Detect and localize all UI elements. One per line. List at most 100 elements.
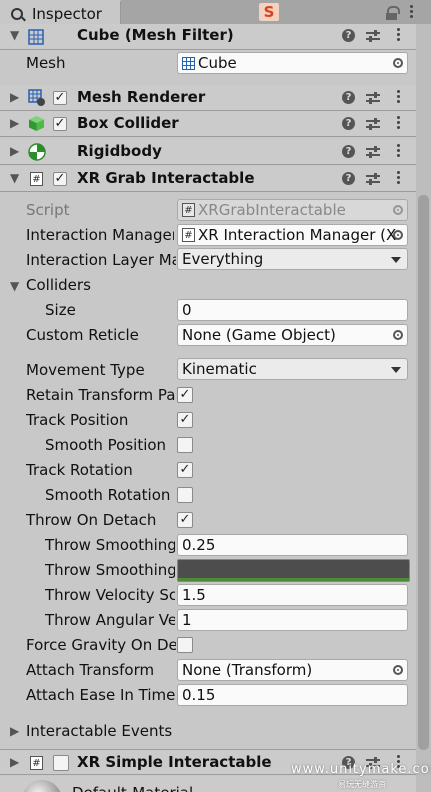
fold-arrow-icon[interactable]: ▶ <box>10 90 19 104</box>
fold-arrow-icon[interactable]: ▼ <box>10 171 19 185</box>
watermark-subtext: 易玩无缝游资 <box>338 780 386 789</box>
throw-on-detach-label: Throw On Detach <box>26 511 157 529</box>
smooth-rotation-label: Smooth Rotation <box>45 486 171 504</box>
object-picker-icon[interactable] <box>393 230 403 240</box>
box-collider-icon <box>29 116 44 131</box>
box-collider-header[interactable]: ▶ ✓ Box Collider ? <box>0 111 416 137</box>
track-position-label: Track Position <box>26 411 129 429</box>
colliders-fold-icon[interactable]: ▼ <box>10 279 19 293</box>
attach-transform-field[interactable]: None (Transform) <box>177 659 408 681</box>
throw-angular-label: Throw Angular Ve <box>45 611 175 629</box>
xr-grab-enabled-checkbox[interactable]: ✓ <box>53 172 67 186</box>
rigidbody-header[interactable]: ▶ Rigidbody ? <box>0 139 416 165</box>
mesh-renderer-icon <box>28 89 45 106</box>
help-icon[interactable]: ? <box>342 172 355 185</box>
tab-label: Inspector <box>32 5 102 23</box>
component-menu-icon[interactable] <box>397 171 401 186</box>
interactable-events-fold-icon[interactable]: ▶ <box>10 724 19 738</box>
fold-arrow-icon[interactable]: ▶ <box>10 144 19 158</box>
tab-menu-icon[interactable] <box>410 5 414 20</box>
component-menu-icon[interactable] <box>397 28 401 43</box>
lock-icon[interactable] <box>386 6 400 20</box>
interaction-layer-dropdown[interactable]: Everything <box>177 248 408 270</box>
xr-simple-title: XR Simple Interactable <box>77 753 272 771</box>
script-icon: # <box>182 228 195 242</box>
interaction-manager-field[interactable]: # XR Interaction Manager (X <box>177 224 408 246</box>
box-collider-enabled-checkbox[interactable]: ✓ <box>53 117 67 131</box>
fold-arrow-icon[interactable]: ▶ <box>10 116 19 130</box>
attach-transform-label: Attach Transform <box>26 661 155 679</box>
object-picker-icon <box>393 205 403 215</box>
object-picker-icon[interactable] <box>393 330 403 340</box>
mesh-field[interactable]: Cube <box>177 52 408 74</box>
mesh-filter-icon <box>28 29 44 45</box>
component-menu-icon[interactable] <box>397 144 401 159</box>
smooth-position-checkbox[interactable] <box>177 437 193 453</box>
throw-smoothing-curve-field[interactable] <box>177 559 410 582</box>
custom-reticle-field[interactable]: None (Game Object) <box>177 324 408 346</box>
tab-inspector[interactable]: Inspector <box>0 0 121 24</box>
mesh-filter-header[interactable]: ▼ Cube (Mesh Filter) ? <box>0 24 416 50</box>
material-title: Default-Material <box>72 784 193 792</box>
help-icon[interactable]: ? <box>342 29 355 42</box>
presets-icon[interactable] <box>366 30 380 42</box>
retain-transform-checkbox[interactable]: ✓ <box>177 387 193 403</box>
presets-icon[interactable] <box>366 92 380 104</box>
throw-smoothing-duration-label: Throw Smoothing <box>45 536 175 554</box>
interaction-manager-value: XR Interaction Manager (X <box>198 226 397 244</box>
presets-icon[interactable] <box>366 146 380 158</box>
custom-reticle-value: None (Game Object) <box>182 326 336 344</box>
track-position-checkbox[interactable]: ✓ <box>177 412 193 428</box>
force-gravity-checkbox[interactable] <box>177 637 193 653</box>
material-preview-icon <box>22 780 62 792</box>
attach-transform-value: None (Transform) <box>182 661 313 679</box>
attach-ease-field[interactable]: 0.15 <box>177 684 408 706</box>
throw-angular-field[interactable]: 1 <box>177 609 408 631</box>
attach-ease-label: Attach Ease In Time <box>26 686 176 704</box>
xr-grab-header[interactable]: ▼ # ✓ XR Grab Interactable ? <box>0 166 416 192</box>
throw-velocity-field[interactable]: 1.5 <box>177 584 408 606</box>
throw-velocity-label: Throw Velocity Sc <box>45 586 175 604</box>
object-picker-icon[interactable] <box>393 665 403 675</box>
smooth-position-label: Smooth Position <box>45 436 167 454</box>
movement-type-dropdown[interactable]: Kinematic <box>177 358 408 380</box>
script-icon: # <box>182 203 195 217</box>
presets-icon[interactable] <box>366 173 380 185</box>
interactable-events-label[interactable]: Interactable Events <box>26 722 172 740</box>
throw-smoothing-duration-field[interactable]: 0.25 <box>177 534 408 556</box>
mesh-filter-title: Cube (Mesh Filter) <box>77 26 234 44</box>
fold-arrow-icon[interactable]: ▼ <box>10 28 19 42</box>
object-picker-icon[interactable] <box>393 58 403 68</box>
component-menu-icon[interactable] <box>397 116 401 131</box>
size-label: Size <box>45 301 76 319</box>
chevron-down-icon <box>391 257 401 263</box>
track-rotation-label: Track Rotation <box>26 461 133 479</box>
chevron-down-icon <box>391 367 401 373</box>
help-icon[interactable]: ? <box>342 117 355 130</box>
smooth-rotation-checkbox[interactable] <box>177 487 193 503</box>
scrollbar-thumb[interactable] <box>418 195 429 750</box>
rigidbody-icon <box>28 143 46 161</box>
force-gravity-label: Force Gravity On Det <box>26 636 176 654</box>
mesh-renderer-title: Mesh Renderer <box>77 88 206 106</box>
fold-arrow-icon[interactable]: ▶ <box>10 755 19 769</box>
colliders-label[interactable]: Colliders <box>26 276 91 294</box>
inspector-icon <box>11 8 23 20</box>
script-icon: # <box>30 172 43 186</box>
box-collider-title: Box Collider <box>77 114 179 132</box>
movement-type-label: Movement Type <box>26 361 145 379</box>
help-icon[interactable]: ? <box>342 91 355 104</box>
mesh-renderer-header[interactable]: ▶ ✓ Mesh Renderer ? <box>0 85 416 111</box>
presets-icon[interactable] <box>366 118 380 130</box>
script-icon: # <box>30 756 43 770</box>
mesh-renderer-enabled-checkbox[interactable]: ✓ <box>53 91 67 105</box>
xr-simple-enabled-checkbox[interactable] <box>53 755 69 771</box>
size-field[interactable]: 0 <box>177 299 408 321</box>
track-rotation-checkbox[interactable]: ✓ <box>177 462 193 478</box>
script-field: # XRGrabInteractable <box>177 199 408 221</box>
rigidbody-title: Rigidbody <box>77 142 162 160</box>
help-icon[interactable]: ? <box>342 145 355 158</box>
component-menu-icon[interactable] <box>397 90 401 105</box>
mesh-value: Cube <box>198 54 237 72</box>
throw-on-detach-checkbox[interactable]: ✓ <box>177 512 193 528</box>
